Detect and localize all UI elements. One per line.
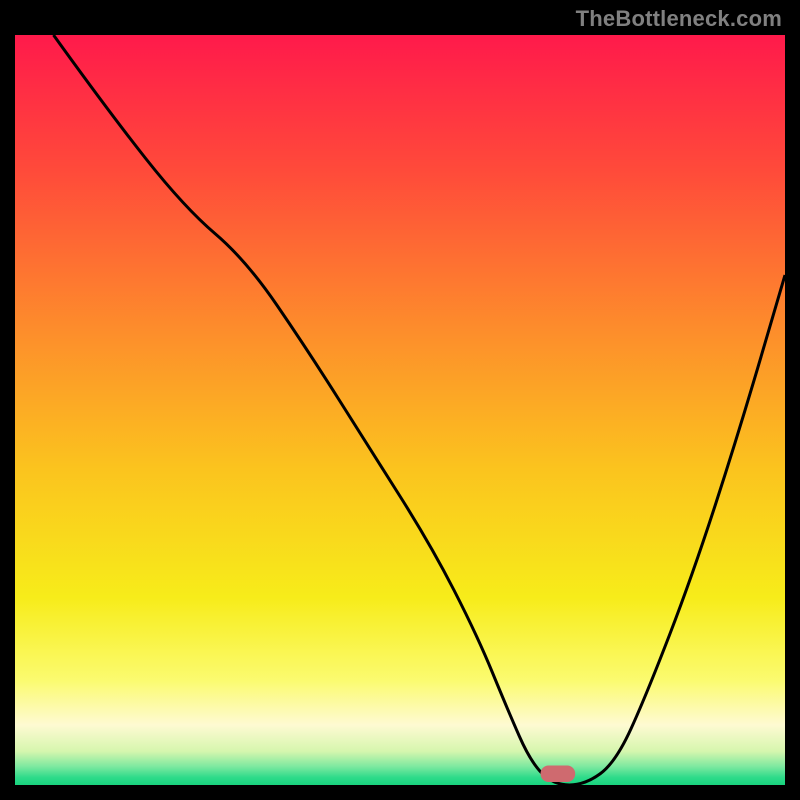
bottleneck-chart	[15, 35, 785, 785]
watermark-text: TheBottleneck.com	[576, 6, 782, 32]
chart-frame	[15, 35, 785, 785]
optimal-point-marker	[541, 766, 576, 783]
gradient-background	[15, 35, 785, 785]
